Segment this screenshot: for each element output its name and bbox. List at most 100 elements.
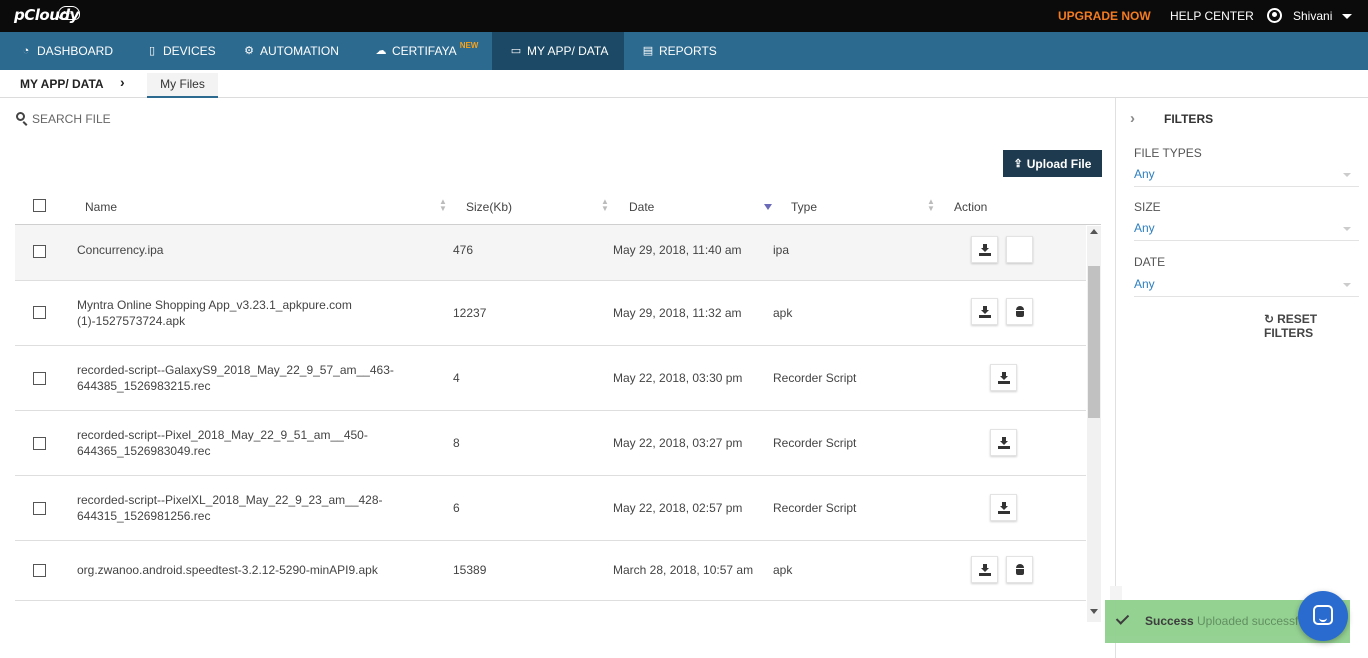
- row-checkbox[interactable]: [33, 502, 46, 515]
- download-icon: [978, 243, 991, 256]
- nav-certifaya-label: CERTIFAYA: [392, 44, 457, 58]
- row-checkbox[interactable]: [33, 372, 46, 385]
- platform-button[interactable]: [1006, 298, 1033, 325]
- file-type: ipa: [773, 243, 790, 257]
- upload-file-button[interactable]: ⇪ Upload File: [1003, 150, 1102, 177]
- android-icon: [1015, 563, 1025, 576]
- table-row[interactable]: recorded-script--Pixel_2018_May_22_9_51_…: [15, 411, 1086, 476]
- file-types-select[interactable]: Any: [1134, 165, 1359, 187]
- sort-type-icon[interactable]: ▲ ▼: [927, 198, 935, 213]
- download-button[interactable]: [971, 236, 998, 263]
- file-name: Myntra Online Shopping App_v3.23.1_apkpu…: [77, 298, 352, 328]
- row-checkbox[interactable]: [33, 306, 46, 319]
- table-row[interactable]: recorded-script--GalaxyS9_2018_May_22_9_…: [15, 346, 1086, 411]
- file-date: May 22, 2018, 03:27 pm: [613, 436, 743, 450]
- table-row[interactable]: org.zwanoo.android.speedtest-3.2.12-5290…: [15, 541, 1086, 601]
- top-bar: pCloudy .com UPGRADE NOW HELP CENTER Shi…: [0, 0, 1368, 32]
- user-name[interactable]: Shivani: [1293, 9, 1332, 23]
- size-label: SIZE: [1134, 200, 1161, 214]
- breadcrumb-root[interactable]: MY APP/ DATA: [20, 77, 104, 91]
- refresh-icon: ↻: [1264, 312, 1275, 326]
- download-icon: [997, 436, 1010, 449]
- file-size: 4: [453, 371, 460, 385]
- size-select[interactable]: Any: [1134, 219, 1359, 241]
- filters-title: FILTERS: [1164, 112, 1214, 126]
- toast-title: Success: [1145, 614, 1194, 628]
- search-icon: [16, 112, 25, 121]
- chat-launcher-button[interactable]: [1298, 591, 1348, 641]
- select-all-checkbox[interactable]: [33, 199, 46, 212]
- nav-my-app-data[interactable]: ▭ MY APP/ DATA: [492, 32, 624, 70]
- folder-icon: ▭: [510, 45, 522, 57]
- scrollbar-thumb[interactable]: [1088, 266, 1100, 418]
- sort-name-icon[interactable]: ▲ ▼: [439, 198, 447, 213]
- file-types-value: Any: [1134, 167, 1155, 181]
- main-nav: ◔ DASHBOARD ▯ DEVICES ⚙ AUTOMATION ☁ CER…: [0, 32, 1368, 70]
- file-size: 476: [453, 243, 474, 257]
- nav-certifaya[interactable]: ☁ CERTIFAYA NEW: [375, 32, 479, 70]
- row-checkbox[interactable]: [33, 437, 46, 450]
- file-type: Recorder Script: [773, 436, 857, 450]
- user-avatar-icon[interactable]: [1267, 8, 1282, 23]
- row-checkbox[interactable]: [33, 564, 46, 577]
- table-row[interactable]: recorded-script--PixelXL_2018_May_22_9_2…: [15, 476, 1086, 541]
- file-name: recorded-script--GalaxyS9_2018_May_22_9_…: [77, 363, 394, 393]
- new-badge: NEW: [459, 40, 479, 50]
- date-select[interactable]: Any: [1134, 275, 1359, 297]
- reset-filters-button[interactable]: ↻ RESET FILTERS: [1264, 312, 1368, 340]
- file-name: Concurrency.ipa: [77, 243, 164, 257]
- download-button[interactable]: [990, 364, 1017, 391]
- platform-button[interactable]: [1006, 236, 1033, 263]
- nav-devices[interactable]: ▯ DEVICES: [146, 32, 216, 70]
- mobile-icon: ▯: [148, 45, 156, 57]
- sort-date-desc-icon[interactable]: [764, 204, 772, 210]
- platform-button[interactable]: [1006, 556, 1033, 583]
- user-menu-caret-icon[interactable]: [1342, 14, 1352, 19]
- download-button[interactable]: [971, 298, 998, 325]
- nav-automation[interactable]: ⚙ AUTOMATION: [243, 32, 339, 70]
- tab-my-files[interactable]: My Files: [147, 73, 218, 98]
- table-row[interactable]: Concurrency.ipa 476 May 29, 2018, 11:40 …: [15, 225, 1086, 281]
- collapse-filters-chevron-icon[interactable]: ›: [1130, 110, 1135, 127]
- column-size[interactable]: Size(Kb): [466, 200, 512, 214]
- chevron-right-icon: ›: [120, 74, 125, 90]
- chevron-down-icon: [1343, 227, 1351, 231]
- column-type[interactable]: Type: [791, 200, 817, 214]
- table-row[interactable]: Myntra Online Shopping App_v3.23.1_apkpu…: [15, 281, 1086, 346]
- download-button[interactable]: [971, 556, 998, 583]
- file-date: May 22, 2018, 02:57 pm: [613, 501, 743, 515]
- date-label: DATE: [1134, 255, 1166, 269]
- help-center-link[interactable]: HELP CENTER: [1170, 9, 1254, 23]
- column-name[interactable]: Name: [85, 200, 117, 214]
- gears-icon: ⚙: [244, 45, 254, 57]
- breadcrumb: MY APP/ DATA › My Files: [0, 70, 1368, 98]
- file-type: Recorder Script: [773, 501, 857, 515]
- scroll-down-arrow-icon[interactable]: [1090, 609, 1098, 614]
- document-icon: ▤: [642, 45, 654, 57]
- sort-size-icon[interactable]: ▲ ▼: [601, 198, 609, 213]
- file-date: May 29, 2018, 11:40 am: [613, 243, 742, 257]
- download-button[interactable]: [990, 429, 1017, 456]
- chevron-down-icon: [1343, 283, 1351, 287]
- scroll-up-arrow-icon[interactable]: [1090, 229, 1098, 234]
- download-icon: [978, 305, 991, 318]
- upload-file-label: Upload File: [1026, 156, 1092, 171]
- download-icon: [978, 563, 991, 576]
- file-date: March 28, 2018, 10:57 am: [613, 563, 754, 577]
- download-button[interactable]: [990, 494, 1017, 521]
- file-type: apk: [773, 306, 793, 320]
- column-date[interactable]: Date: [629, 200, 654, 214]
- row-checkbox[interactable]: [33, 245, 46, 258]
- search-file-input[interactable]: [32, 110, 332, 128]
- upgrade-now-link[interactable]: UPGRADE NOW: [1058, 9, 1151, 23]
- nav-dashboard[interactable]: ◔ DASHBOARD: [20, 32, 113, 70]
- nav-reports[interactable]: ▤ REPORTS: [642, 32, 717, 70]
- upload-icon: ⇪: [1013, 158, 1023, 170]
- nav-automation-label: AUTOMATION: [260, 44, 339, 58]
- toast-handle: [1110, 586, 1122, 600]
- nav-devices-label: DEVICES: [163, 44, 216, 58]
- filters-panel: › FILTERS FILE TYPES Any SIZE Any DATE A…: [1115, 98, 1368, 658]
- file-size: 12237: [453, 306, 487, 320]
- dashboard-icon: ◔: [22, 45, 30, 57]
- file-table-body: Concurrency.ipa 476 May 29, 2018, 11:40 …: [15, 225, 1086, 621]
